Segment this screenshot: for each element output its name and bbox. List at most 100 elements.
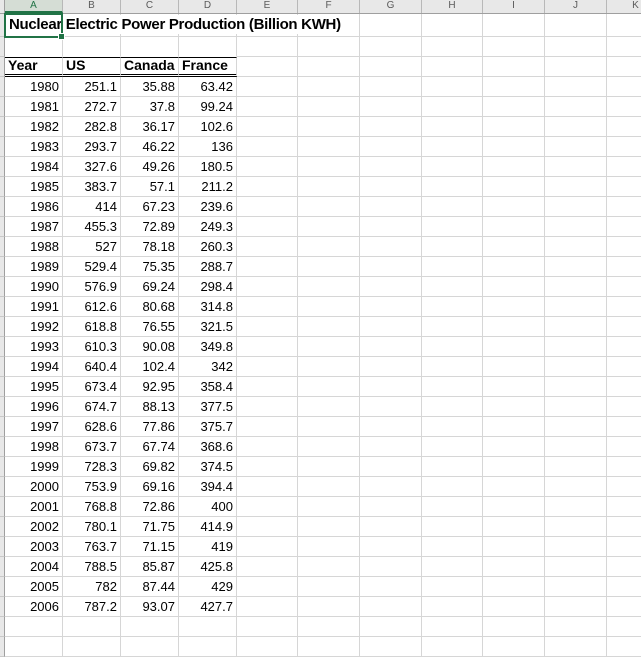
cell-E12[interactable] [237,237,298,257]
cell-D27[interactable]: 419 [179,537,237,557]
cell-I5[interactable] [483,97,545,117]
cell-C8[interactable]: 49.26 [121,157,179,177]
cell-I26[interactable] [483,517,545,537]
cell-I23[interactable] [483,457,545,477]
cell-B23[interactable]: 728.3 [63,457,121,477]
cell-K11[interactable] [607,217,641,237]
cell-B28[interactable]: 788.5 [63,557,121,577]
cell-J22[interactable] [545,437,607,457]
cell-E22[interactable] [237,437,298,457]
cell-J10[interactable] [545,197,607,217]
cell-D17[interactable]: 349.8 [179,337,237,357]
cell-B10[interactable]: 414 [63,197,121,217]
cell-J25[interactable] [545,497,607,517]
cell-G17[interactable] [360,337,422,357]
cell-H31[interactable] [422,617,483,637]
cell-K17[interactable] [607,337,641,357]
cell-F7[interactable] [298,137,360,157]
cell-F10[interactable] [298,197,360,217]
cell-G5[interactable] [360,97,422,117]
cell-D6[interactable]: 102.6 [179,117,237,137]
cell-F29[interactable] [298,577,360,597]
cell-I24[interactable] [483,477,545,497]
cell-C3[interactable]: Canada [121,57,179,77]
cell-D12[interactable]: 260.3 [179,237,237,257]
cell-A2[interactable] [5,37,63,57]
cell-D28[interactable]: 425.8 [179,557,237,577]
cell-B25[interactable]: 768.8 [63,497,121,517]
cell-H2[interactable] [422,37,483,57]
cell-A18[interactable]: 1994 [5,357,63,377]
cell-D16[interactable]: 321.5 [179,317,237,337]
cell-H26[interactable] [422,517,483,537]
cell-E4[interactable] [237,77,298,97]
cell-B13[interactable]: 529.4 [63,257,121,277]
cell-G12[interactable] [360,237,422,257]
cell-G15[interactable] [360,297,422,317]
cell-G27[interactable] [360,537,422,557]
cell-G30[interactable] [360,597,422,617]
cell-I11[interactable] [483,217,545,237]
cell-G9[interactable] [360,177,422,197]
cell-I30[interactable] [483,597,545,617]
cell-J32[interactable] [545,637,607,657]
cell-D8[interactable]: 180.5 [179,157,237,177]
cell-G22[interactable] [360,437,422,457]
cell-D26[interactable]: 414.9 [179,517,237,537]
cell-H19[interactable] [422,377,483,397]
cell-I20[interactable] [483,397,545,417]
cell-K12[interactable] [607,237,641,257]
cell-B20[interactable]: 674.7 [63,397,121,417]
cell-B11[interactable]: 455.3 [63,217,121,237]
cell-G31[interactable] [360,617,422,637]
cell-E32[interactable] [237,637,298,657]
cell-I6[interactable] [483,117,545,137]
cell-A8[interactable]: 1984 [5,157,63,177]
cell-J9[interactable] [545,177,607,197]
cell-F4[interactable] [298,77,360,97]
cell-B7[interactable]: 293.7 [63,137,121,157]
cell-J21[interactable] [545,417,607,437]
cell-B4[interactable]: 251.1 [63,77,121,97]
cell-A21[interactable]: 1997 [5,417,63,437]
cell-C2[interactable] [121,37,179,57]
cell-I2[interactable] [483,37,545,57]
cell-E18[interactable] [237,357,298,377]
cell-A4[interactable]: 1980 [5,77,63,97]
cell-E11[interactable] [237,217,298,237]
cell-J27[interactable] [545,537,607,557]
cell-D2[interactable] [179,37,237,57]
cell-H4[interactable] [422,77,483,97]
cell-A23[interactable]: 1999 [5,457,63,477]
cell-K22[interactable] [607,437,641,457]
column-header-H[interactable]: H [422,0,483,13]
cell-C14[interactable]: 69.24 [121,277,179,297]
cell-I10[interactable] [483,197,545,217]
cell-H25[interactable] [422,497,483,517]
cell-H20[interactable] [422,397,483,417]
fill-handle[interactable] [58,33,65,40]
cell-D3[interactable]: France [179,57,237,77]
cell-A25[interactable]: 2001 [5,497,63,517]
cell-F28[interactable] [298,557,360,577]
cell-E28[interactable] [237,557,298,577]
cell-K24[interactable] [607,477,641,497]
cell-D23[interactable]: 374.5 [179,457,237,477]
cell-F3[interactable] [298,57,360,77]
cell-B30[interactable]: 787.2 [63,597,121,617]
cell-I27[interactable] [483,537,545,557]
cell-D14[interactable]: 298.4 [179,277,237,297]
cell-E9[interactable] [237,177,298,197]
cell-D19[interactable]: 358.4 [179,377,237,397]
cell-B27[interactable]: 763.7 [63,537,121,557]
cell-F6[interactable] [298,117,360,137]
column-header-J[interactable]: J [545,0,607,13]
cell-K27[interactable] [607,537,641,557]
cell-E27[interactable] [237,537,298,557]
cell-C23[interactable]: 69.82 [121,457,179,477]
cell-K7[interactable] [607,137,641,157]
column-header-E[interactable]: E [237,0,298,13]
cell-K3[interactable] [607,57,641,77]
cell-F5[interactable] [298,97,360,117]
cell-E17[interactable] [237,337,298,357]
